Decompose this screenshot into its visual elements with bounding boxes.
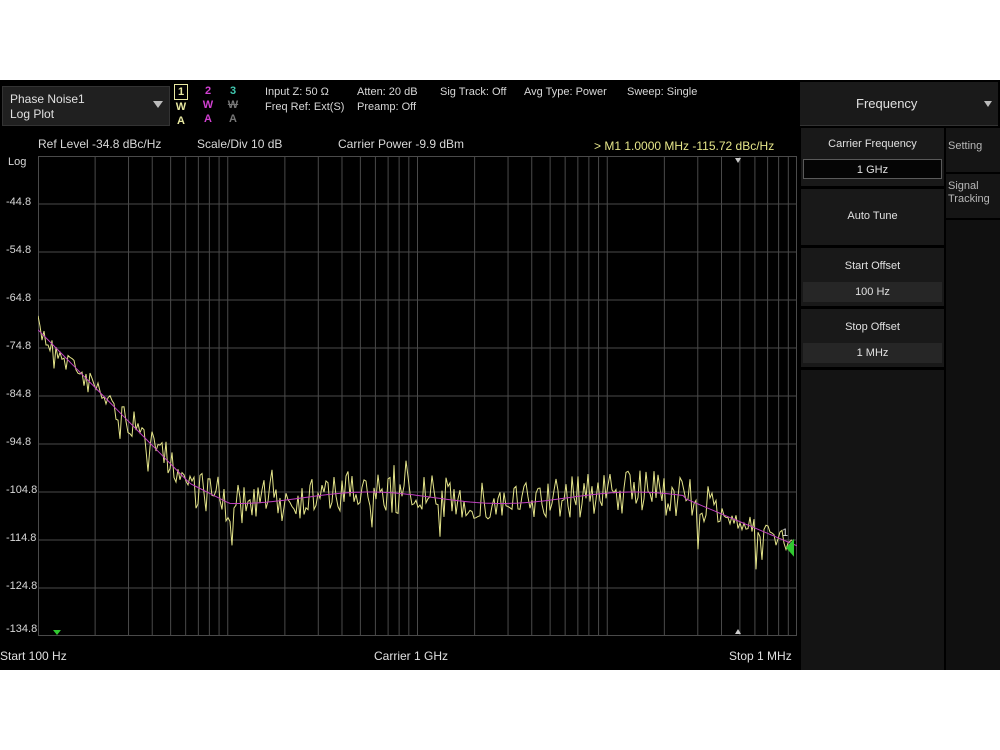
stop-offset-softkey[interactable]: Stop Offset 1 MHz (801, 309, 944, 367)
phase-noise-plot[interactable]: 1 (38, 156, 797, 636)
sig-track-status: Sig Track: Off (440, 86, 507, 98)
trace-1-status[interactable]: 1 W A (174, 84, 188, 128)
y-tick-label: -74.8 (6, 340, 32, 352)
menu-title-label: Frequency (856, 96, 918, 111)
carrier-frequency-label: Carrier Frequency (828, 138, 917, 150)
stop-offset-label: Stop Offset (845, 321, 900, 333)
input-impedance: Input Z: 50 Ω (265, 86, 329, 98)
trace-1-number: 1 (174, 84, 188, 100)
trace-3-type: W (227, 99, 239, 111)
y-tick-label: -44.8 (6, 196, 32, 208)
trace-1-line (38, 315, 793, 570)
tab-empty-area (946, 220, 1000, 670)
stop-offset-field[interactable]: 1 MHz (803, 343, 942, 363)
trace-2-number: 2 (204, 85, 212, 97)
dropdown-arrow-icon (153, 101, 163, 108)
y-tick-label: -84.8 (6, 388, 32, 400)
marker-1-label: 1 (782, 527, 788, 539)
trace-2-detector: A (204, 113, 212, 125)
carrier-power: Carrier Power -9.9 dBm (338, 137, 465, 151)
sweep-mode: Sweep: Single (627, 86, 698, 98)
softkey-empty-area (801, 370, 944, 670)
mode-view: Log Plot (10, 107, 55, 121)
carrier-frequency-softkey[interactable]: Carrier Frequency 1 GHz (801, 128, 944, 186)
y-tick-label: -54.8 (6, 244, 32, 256)
y-tick-label: -94.8 (6, 436, 32, 448)
trace-1-detector: A (177, 115, 185, 127)
start-offset-softkey[interactable]: Start Offset 100 Hz (801, 248, 944, 306)
stop-offset-readout: Stop 1 MHz (729, 649, 792, 663)
trace-2-status[interactable]: 2 W A (201, 84, 215, 126)
status-header: Phase Noise1 Log Plot 1 W A 2 W A 3 W A … (0, 80, 798, 130)
ref-level: Ref Level -34.8 dBc/Hz (38, 137, 162, 151)
chevron-down-icon (984, 101, 992, 107)
attenuation: Atten: 20 dB (357, 86, 418, 98)
y-scale-type: Log (8, 156, 27, 168)
start-offset-label: Start Offset (844, 260, 901, 272)
preamp-status: Preamp: Off (357, 101, 417, 113)
analyzer-screen: Phase Noise1 Log Plot 1 W A 2 W A 3 W A … (0, 80, 1000, 670)
avg-type: Avg Type: Power (524, 86, 607, 98)
carrier-readout: Carrier 1 GHz (374, 649, 449, 663)
mode-selector[interactable]: Phase Noise1 Log Plot (2, 86, 170, 126)
start-offset-field[interactable]: 100 Hz (803, 282, 942, 302)
trace-3-status[interactable]: 3 W A (226, 84, 240, 126)
tab-signal-tracking[interactable]: Signal Tracking (946, 174, 1000, 218)
tab-setting[interactable]: Setting (946, 128, 1000, 172)
trigger-indicator-icon (53, 630, 61, 635)
scale-per-div: Scale/Div 10 dB (197, 137, 283, 151)
marker-readout: > M1 1.0000 MHz -115.72 dBc/Hz (594, 139, 775, 153)
y-tick-label: -104.8 (6, 484, 38, 496)
mode-name: Phase Noise1 (10, 92, 85, 106)
carrier-frequency-field[interactable]: 1 GHz (803, 159, 942, 179)
y-tick-label: -134.8 (6, 623, 38, 635)
freq-ref: Freq Ref: Ext(S) (265, 101, 345, 113)
y-tick-label: -124.8 (6, 580, 38, 592)
y-tick-label: -64.8 (6, 292, 32, 304)
trace-3-number: 3 (229, 85, 237, 97)
trace-3-detector: A (229, 113, 237, 125)
start-offset-readout: Start 100 Hz (0, 649, 67, 663)
auto-tune-label: Auto Tune (847, 210, 898, 222)
auto-tune-button[interactable]: Auto Tune (801, 189, 944, 245)
trace-2-type: W (202, 99, 214, 111)
menu-title[interactable]: Frequency (800, 82, 998, 126)
trace-1-type: W (175, 101, 187, 113)
y-tick-label: -114.8 (6, 532, 37, 544)
plot-canvas: 1 (38, 156, 797, 636)
